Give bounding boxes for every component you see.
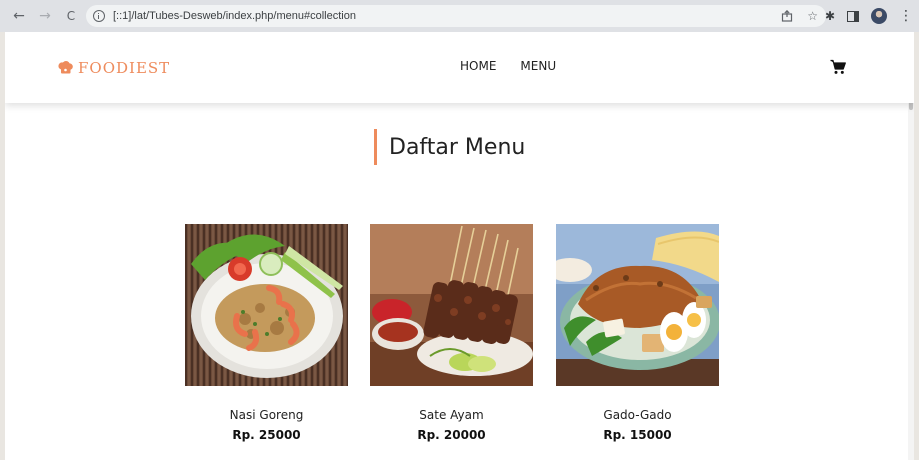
nav-menu[interactable]: MENU xyxy=(520,59,556,73)
extensions-icon[interactable]: ✱ xyxy=(825,9,835,23)
item-price: Rp. 25000 xyxy=(232,428,301,442)
item-price: Rp. 20000 xyxy=(417,428,486,442)
bookmark-star-icon[interactable]: ☆ xyxy=(807,9,818,23)
item-name: Sate Ayam xyxy=(419,408,484,422)
site-info-icon[interactable] xyxy=(93,10,105,22)
share-icon[interactable] xyxy=(781,10,793,22)
forward-button[interactable]: → xyxy=(34,5,56,27)
page-title: Daftar Menu xyxy=(389,134,526,160)
chicken-satay-photo[interactable] xyxy=(370,224,533,386)
item-price: Rp. 15000 xyxy=(603,428,672,442)
item-name: Nasi Goreng xyxy=(229,408,304,422)
menu-card[interactable]: Nasi Goreng Rp. 25000 xyxy=(185,224,348,442)
page-viewport: FOODIEST HOME MENU Daftar Menu Nasi Gore… xyxy=(5,32,914,460)
menu-card[interactable]: Sate Ayam Rp. 20000 xyxy=(370,224,533,442)
item-name: Gado-Gado xyxy=(603,408,672,422)
site-logo[interactable]: FOODIEST xyxy=(57,59,170,77)
back-button[interactable]: ← xyxy=(8,5,30,27)
address-bar[interactable]: [::1]/lat/Tubes-Desweb/index.php/menu#co… xyxy=(86,5,826,27)
reload-button[interactable]: C xyxy=(60,5,82,27)
gado-gado-photo[interactable] xyxy=(548,224,720,386)
browser-toolbar: ← → C [::1]/lat/Tubes-Desweb/index.php/m… xyxy=(0,0,919,32)
site-header: FOODIEST HOME MENU xyxy=(5,32,914,103)
browser-menu-icon[interactable]: ⋮ xyxy=(899,9,913,23)
cart-icon[interactable] xyxy=(830,59,846,75)
fried-rice-photo[interactable] xyxy=(185,224,348,386)
nav-home[interactable]: HOME xyxy=(460,59,496,73)
logo-text: FOODIEST xyxy=(78,59,171,77)
profile-avatar[interactable] xyxy=(871,8,887,24)
section-title: Daftar Menu xyxy=(374,129,525,165)
chef-hat-icon xyxy=(58,61,73,74)
main-nav: HOME MENU xyxy=(460,59,556,73)
side-panel-icon[interactable] xyxy=(847,10,859,22)
url-text[interactable]: [::1]/lat/Tubes-Desweb/index.php/menu#co… xyxy=(113,10,356,22)
menu-card[interactable]: Gado-Gado Rp. 15000 xyxy=(548,224,720,442)
